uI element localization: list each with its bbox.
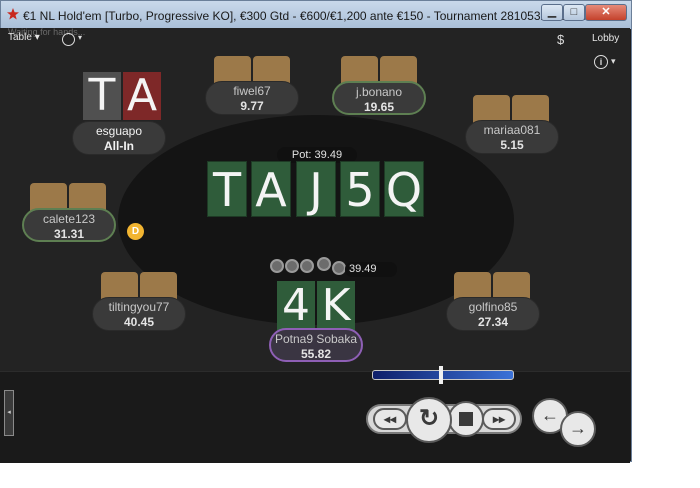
board-card-1: T xyxy=(207,161,247,217)
player-name: fiwel67 xyxy=(233,84,271,98)
cashier-icon[interactable]: $ xyxy=(557,32,564,47)
lobby-button[interactable]: Lobby xyxy=(592,33,619,44)
seat-mariaa081[interactable]: mariaa081 5.15 xyxy=(465,120,559,154)
info-chevron-down-icon[interactable]: ▾ xyxy=(611,56,616,67)
player-stack: 5.15 xyxy=(500,138,524,152)
replay-slider[interactable] xyxy=(372,370,514,380)
stop-icon xyxy=(459,412,473,426)
clock-icon[interactable] xyxy=(62,33,75,46)
maximize-button[interactable]: □ xyxy=(563,4,585,21)
rewind-button[interactable]: ◂◂ xyxy=(373,408,407,430)
hero-card-2: K xyxy=(317,281,355,331)
player-name: golfino85 xyxy=(468,300,518,314)
player-stack: 9.77 xyxy=(240,99,264,113)
seat-esguapo[interactable]: esguapo All-In xyxy=(72,121,166,155)
bet-amount: 39.49 xyxy=(345,262,397,277)
next-hand-button[interactable]: → xyxy=(560,411,596,447)
side-panel-tab[interactable]: ◂ xyxy=(4,390,14,436)
board-card-3: J xyxy=(296,161,336,217)
chevron-down-icon: ▾ xyxy=(34,32,40,43)
seat-calete123[interactable]: calete123 31.31 xyxy=(22,208,116,242)
board-card-5: Q xyxy=(384,161,424,217)
chip-icon xyxy=(285,259,299,273)
player-name: calete123 xyxy=(42,212,96,226)
seat-fiwel67[interactable]: fiwel67 9.77 xyxy=(205,81,299,115)
seat-golfino85[interactable]: golfino85 27.34 xyxy=(446,297,540,331)
chip-icon xyxy=(270,259,284,273)
dealer-button: D xyxy=(127,223,144,240)
window-title: €1 NL Hold'em [Turbo, Progressive KO], €… xyxy=(23,9,616,23)
fast-forward-button[interactable]: ▸▸ xyxy=(482,408,516,430)
player-stack: All-In xyxy=(104,139,134,153)
title-bar[interactable]: €1 NL Hold'em [Turbo, Progressive KO], €… xyxy=(1,1,631,29)
hero-card-1: 4 xyxy=(277,281,315,331)
pokerstars-logo-icon xyxy=(7,8,19,20)
chip-icon xyxy=(317,257,331,271)
chip-icon xyxy=(300,259,314,273)
player-name: Potna9 Sobaka xyxy=(274,332,358,346)
chip-icon xyxy=(332,261,346,275)
board-card-4: 5 xyxy=(340,161,380,217)
shown-card-2: A xyxy=(123,72,161,120)
clock-chevron-down-icon[interactable]: ▾ xyxy=(78,33,82,42)
table-menu-label: Table xyxy=(8,32,32,43)
stop-button[interactable] xyxy=(448,401,484,437)
replay-slider-thumb[interactable] xyxy=(439,366,443,384)
info-icon[interactable]: i xyxy=(594,55,608,69)
seat-hero[interactable]: Potna9 Sobaka 55.82 xyxy=(269,328,363,362)
player-stack: 40.45 xyxy=(123,315,155,329)
close-button[interactable]: ✕ xyxy=(585,4,627,21)
player-name: esguapo xyxy=(95,124,143,138)
player-stack: 31.31 xyxy=(53,227,85,241)
board-card-2: A xyxy=(251,161,291,217)
player-name: mariaa081 xyxy=(483,123,541,137)
player-stack: 27.34 xyxy=(477,315,509,329)
shown-card-1: T xyxy=(83,72,121,120)
player-name: tiltingyou77 xyxy=(108,300,170,314)
player-name: j.bonano xyxy=(355,85,403,99)
player-stack: 19.65 xyxy=(363,100,395,114)
seat-tiltingyou77[interactable]: tiltingyou77 40.45 xyxy=(92,297,186,331)
seat-j-bonano[interactable]: j.bonano 19.65 xyxy=(332,81,426,115)
player-stack: 55.82 xyxy=(300,347,332,361)
replay-button[interactable]: ↻ xyxy=(406,397,452,443)
minimize-button[interactable]: ▁ xyxy=(541,4,563,21)
table-menu[interactable]: Table ▾ xyxy=(8,32,40,43)
